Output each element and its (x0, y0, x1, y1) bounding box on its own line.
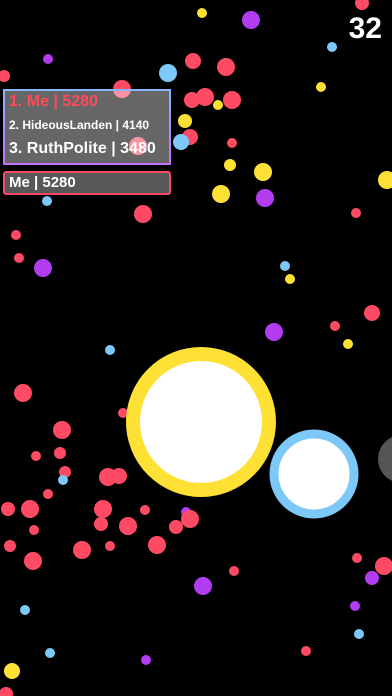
pellet (194, 577, 212, 595)
player-cell (126, 347, 276, 497)
pellet (223, 91, 241, 109)
pellet (213, 100, 223, 110)
offscreen-cell (378, 437, 392, 481)
pellet (29, 525, 39, 535)
pellet (185, 53, 201, 69)
pellet (301, 646, 311, 656)
pellet (254, 163, 272, 181)
pellet (45, 648, 55, 658)
leaderboard-row: 3. RuthPolite | 3480 (9, 140, 156, 157)
pellet (212, 185, 230, 203)
pellet (280, 261, 290, 271)
pellet (105, 541, 115, 551)
pellet (53, 421, 71, 439)
pellet (105, 345, 115, 355)
pellet (43, 489, 53, 499)
pellet (0, 687, 13, 696)
pellet (224, 159, 236, 171)
leaderboard-row: 2. HideousLanden | 4140 (9, 118, 150, 132)
pellet (343, 339, 353, 349)
pellet (111, 468, 127, 484)
pellet (140, 505, 150, 515)
pellet (375, 557, 392, 575)
pellet (4, 540, 16, 552)
player-score: Me | 5280 (3, 171, 171, 195)
pellet (355, 0, 369, 10)
pellet (229, 566, 239, 576)
pellet (364, 305, 380, 321)
rival-cell (269, 429, 359, 519)
pellet (24, 552, 42, 570)
leaderboard-row: 1. Me | 5280 (9, 93, 98, 110)
pellet (21, 500, 39, 518)
pellet (43, 54, 53, 64)
pellet (316, 82, 326, 92)
pellet (14, 384, 32, 402)
pellet (148, 536, 166, 554)
pellet (350, 601, 360, 611)
pellet (141, 655, 151, 665)
pellet (327, 42, 337, 52)
pellet (173, 134, 189, 150)
pellet (351, 208, 361, 218)
pellet (352, 553, 362, 563)
pellet (378, 171, 392, 189)
timer: 32 (348, 12, 382, 45)
pellet (1, 502, 15, 516)
pellet (31, 451, 41, 461)
pellet (0, 70, 10, 82)
pellet (34, 259, 52, 277)
pellet (256, 189, 274, 207)
pellet (14, 253, 24, 263)
pellet (58, 475, 68, 485)
pellet (94, 500, 112, 518)
pellet (265, 323, 283, 341)
pellet (354, 629, 364, 639)
pellet (178, 114, 192, 128)
pellet (184, 92, 200, 108)
pellet (42, 196, 52, 206)
pellet (197, 8, 207, 18)
pellet (54, 447, 66, 459)
pellet (4, 663, 20, 679)
pellet (134, 205, 152, 223)
pellet (227, 138, 237, 148)
pellet (330, 321, 340, 331)
pellet (181, 510, 199, 528)
pellet (365, 571, 379, 585)
pellet (242, 11, 260, 29)
pellet (119, 517, 137, 535)
pellet (20, 605, 30, 615)
pellet (285, 274, 295, 284)
pellet (73, 541, 91, 559)
pellet (94, 517, 108, 531)
pellet (217, 58, 235, 76)
leaderboard: 1. Me | 5280 2. HideousLanden | 4140 3. … (3, 89, 171, 165)
pellet (11, 230, 21, 240)
pellet (159, 64, 177, 82)
pellet (169, 520, 183, 534)
